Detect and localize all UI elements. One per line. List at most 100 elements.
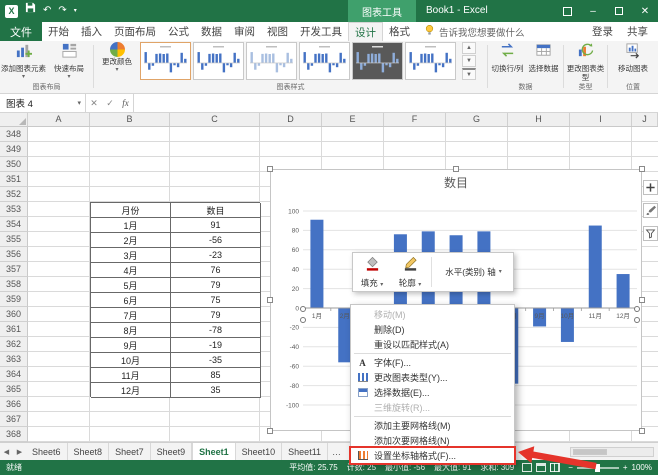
- chart-style-button[interactable]: [643, 203, 658, 218]
- row-header-349[interactable]: 349: [0, 142, 28, 157]
- row-header-357[interactable]: 357: [0, 262, 28, 277]
- cancel-icon[interactable]: ✕: [90, 98, 98, 109]
- row-header-355[interactable]: 355: [0, 232, 28, 247]
- sheet-tab-Sheet11[interactable]: Sheet11: [282, 443, 328, 460]
- next-sheet-icon[interactable]: ▶: [13, 443, 26, 460]
- tab-design[interactable]: 设计: [348, 22, 383, 41]
- add-chart-element-button[interactable]: 添加图表元素 ▾: [1, 42, 46, 83]
- table-cell[interactable]: 3月: [91, 248, 171, 263]
- chart-style-thumbnail-2[interactable]: [193, 42, 244, 80]
- table-cell[interactable]: 91: [171, 218, 261, 233]
- chart-style-thumbnail-5[interactable]: [352, 42, 403, 80]
- row-header-351[interactable]: 351: [0, 172, 28, 187]
- table-cell[interactable]: 8月: [91, 323, 171, 338]
- table-cell[interactable]: 85: [171, 368, 261, 383]
- table-cell[interactable]: 75: [171, 293, 261, 308]
- menu-item-change-chart-type[interactable]: 更改图表类型(Y)...: [351, 370, 514, 385]
- row-header-356[interactable]: 356: [0, 247, 28, 262]
- zoom-slider[interactable]: [577, 467, 619, 469]
- chart-elements-button[interactable]: [643, 180, 658, 195]
- chart-selection-handle[interactable]: [267, 428, 273, 434]
- sheet-tab-Sheet10[interactable]: Sheet10: [236, 443, 283, 460]
- menu-item-rotation-3d[interactable]: 三维旋转(R)...: [351, 400, 514, 415]
- table-cell[interactable]: -56: [171, 233, 261, 248]
- column-header-E[interactable]: E: [322, 113, 384, 126]
- table-cell[interactable]: -78: [171, 323, 261, 338]
- menu-item-delete[interactable]: 删除(D): [351, 322, 514, 337]
- insert-function-icon[interactable]: fx: [122, 98, 129, 108]
- row-header-364[interactable]: 364: [0, 367, 28, 382]
- chart-title[interactable]: 数目: [271, 174, 641, 191]
- tab-page-layout[interactable]: 页面布局: [108, 22, 162, 41]
- row-header-358[interactable]: 358: [0, 277, 28, 292]
- outline-button[interactable]: 轮廓 ▾: [391, 254, 429, 290]
- tab-formulas[interactable]: 公式: [162, 22, 195, 41]
- column-header-H[interactable]: H: [508, 113, 570, 126]
- gallery-down-icon[interactable]: ▼: [462, 55, 476, 67]
- column-header-F[interactable]: F: [384, 113, 446, 126]
- chart-element-selector[interactable]: 水平(类别) 轴 ▾: [434, 266, 513, 278]
- normal-view-icon[interactable]: [522, 463, 532, 472]
- formula-input[interactable]: [134, 94, 658, 112]
- tab-home[interactable]: 开始: [42, 22, 75, 41]
- column-header-J[interactable]: J: [632, 113, 658, 126]
- zoom-level[interactable]: 100%: [632, 463, 652, 472]
- menu-item-add-major-gridlines[interactable]: 添加主要网格线(M): [351, 418, 514, 433]
- chart-filter-button[interactable]: [643, 226, 658, 241]
- table-cell[interactable]: 6月: [91, 293, 171, 308]
- tab-file[interactable]: 文件: [0, 22, 42, 41]
- share-button[interactable]: 共享: [627, 24, 648, 39]
- row-header-350[interactable]: 350: [0, 157, 28, 172]
- menu-item-move[interactable]: 移动(M): [351, 307, 514, 322]
- table-cell[interactable]: 2月: [91, 233, 171, 248]
- sheet-tab-Sheet7[interactable]: Sheet7: [109, 443, 151, 460]
- name-box-dropdown-icon[interactable]: ▾: [77, 101, 81, 106]
- column-header-D[interactable]: D: [260, 113, 322, 126]
- table-cell[interactable]: -19: [171, 338, 261, 353]
- menu-item-add-minor-gridlines[interactable]: 添加次要网格线(N): [351, 433, 514, 448]
- zoom-slider-thumb[interactable]: [595, 464, 600, 472]
- table-cell[interactable]: 7月: [91, 308, 171, 323]
- row-header-362[interactable]: 362: [0, 337, 28, 352]
- horizontal-scrollbar[interactable]: [570, 447, 654, 457]
- sheet-tab-Sheet6[interactable]: Sheet6: [26, 443, 68, 460]
- tab-insert[interactable]: 插入: [75, 22, 108, 41]
- table-cell[interactable]: 10月: [91, 353, 171, 368]
- table-cell[interactable]: 11月: [91, 368, 171, 383]
- chart-selection-handle[interactable]: [267, 166, 273, 172]
- sign-in-link[interactable]: 登录: [592, 24, 613, 39]
- table-cell[interactable]: 1月: [91, 218, 171, 233]
- chart-selection-handle[interactable]: [453, 166, 459, 172]
- row-header-348[interactable]: 348: [0, 127, 28, 142]
- sheet-tab-Sheet9[interactable]: Sheet9: [151, 443, 193, 460]
- column-header-C[interactable]: C: [170, 113, 260, 126]
- close-icon[interactable]: ✕: [632, 0, 658, 22]
- table-cell[interactable]: 79: [171, 278, 261, 293]
- table-cell[interactable]: 9月: [91, 338, 171, 353]
- gallery-up-icon[interactable]: ▲: [462, 42, 476, 54]
- scrollbar-thumb[interactable]: [573, 449, 607, 455]
- minimize-icon[interactable]: –: [580, 0, 606, 22]
- sheet-tab-Sheet8[interactable]: Sheet8: [68, 443, 110, 460]
- chart-selection-handle[interactable]: [639, 428, 645, 434]
- table-cell[interactable]: 12月: [91, 383, 171, 398]
- chart-style-thumbnail-1[interactable]: [140, 42, 191, 80]
- row-header-366[interactable]: 366: [0, 397, 28, 412]
- switch-row-column-button[interactable]: 切换行/列: [490, 42, 525, 83]
- grid-body[interactable]: 3483493503513523533543553563573583593603…: [0, 127, 658, 442]
- chart-style-thumbnail-4[interactable]: [299, 42, 350, 80]
- row-header-368[interactable]: 368: [0, 427, 28, 442]
- table-cell[interactable]: 35: [171, 383, 261, 398]
- chart-style-thumbnail-3[interactable]: [246, 42, 297, 80]
- column-header-A[interactable]: A: [28, 113, 90, 126]
- prev-sheet-icon[interactable]: ◀: [0, 443, 13, 460]
- chart-style-thumbnail-6[interactable]: [405, 42, 456, 80]
- page-break-view-icon[interactable]: [550, 463, 560, 472]
- redo-icon[interactable]: ↷: [58, 0, 66, 22]
- menu-item-format-axis[interactable]: 设置坐标轴格式(F)...: [351, 448, 514, 463]
- select-all-corner[interactable]: [0, 113, 28, 126]
- row-header-365[interactable]: 365: [0, 382, 28, 397]
- row-header-363[interactable]: 363: [0, 352, 28, 367]
- excel-app-icon[interactable]: X: [5, 5, 18, 18]
- save-icon[interactable]: [25, 0, 36, 22]
